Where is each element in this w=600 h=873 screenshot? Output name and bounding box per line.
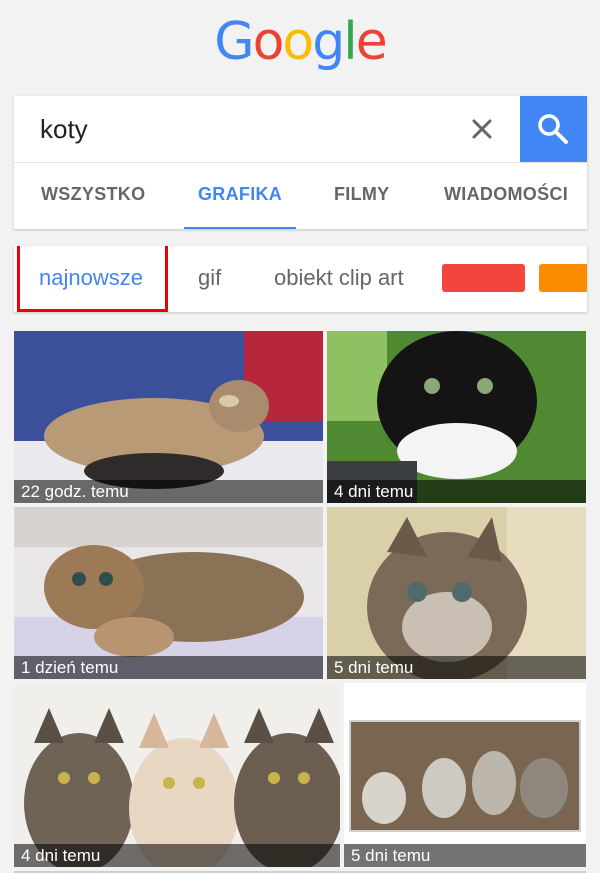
highlight-box	[17, 246, 168, 312]
cat-photo	[327, 507, 586, 679]
search-icon	[538, 114, 568, 144]
image-timestamp: 5 dni temu	[344, 844, 586, 867]
cat-photo	[14, 331, 323, 503]
cat-photo	[344, 683, 586, 867]
search-button[interactable]	[520, 96, 587, 162]
logo-letter: l	[343, 12, 358, 72]
tab-images[interactable]: GRAFIKA	[183, 163, 297, 229]
logo-letter: g	[312, 12, 345, 72]
image-search-page: Google koty WSZYSTKO GRAFIKA FILMY WIADO…	[0, 0, 600, 873]
tab-news[interactable]: WIADOMOŚCI	[444, 163, 568, 229]
color-filter-red[interactable]	[442, 264, 525, 292]
clear-search-button[interactable]	[463, 110, 501, 148]
search-card: koty WSZYSTKO GRAFIKA FILMY WIADOMOŚCI	[14, 96, 587, 229]
image-result[interactable]: 5 dni temu	[327, 507, 586, 679]
color-filter-orange[interactable]	[539, 264, 587, 292]
logo-letter: e	[355, 12, 388, 72]
chip-gif[interactable]: gif	[198, 246, 221, 312]
cat-photo	[327, 331, 586, 503]
logo-letter: G	[214, 12, 254, 72]
image-result[interactable]: 4 dni temu	[14, 683, 340, 867]
tab-videos[interactable]: FILMY	[334, 163, 390, 229]
image-result[interactable]: 22 godz. temu	[14, 331, 323, 503]
image-timestamp: 5 dni temu	[327, 656, 586, 679]
search-input[interactable]: koty	[40, 114, 88, 144]
google-logo[interactable]: Google	[0, 10, 600, 74]
tab-all[interactable]: WSZYSTKO	[41, 163, 145, 229]
image-result[interactable]: 1 dzień temu	[14, 507, 323, 679]
image-result[interactable]: 5 dni temu	[344, 683, 586, 867]
chip-clip-art[interactable]: obiekt clip art	[274, 246, 404, 312]
image-timestamp: 22 godz. temu	[14, 480, 323, 503]
image-timestamp: 1 dzień temu	[14, 656, 323, 679]
search-box: koty	[14, 96, 587, 162]
logo-letter: o	[252, 12, 285, 72]
image-timestamp: 4 dni temu	[327, 480, 586, 503]
image-timestamp: 4 dni temu	[14, 844, 340, 867]
image-result[interactable]: 4 dni temu	[327, 331, 586, 503]
cat-photo	[14, 683, 340, 867]
search-tabs: WSZYSTKO GRAFIKA FILMY WIADOMOŚCI	[14, 162, 587, 229]
cat-photo	[14, 507, 323, 679]
logo-letter: o	[282, 12, 314, 72]
filter-chips: najnowsze gif obiekt clip art	[14, 246, 587, 312]
close-icon	[472, 119, 492, 139]
